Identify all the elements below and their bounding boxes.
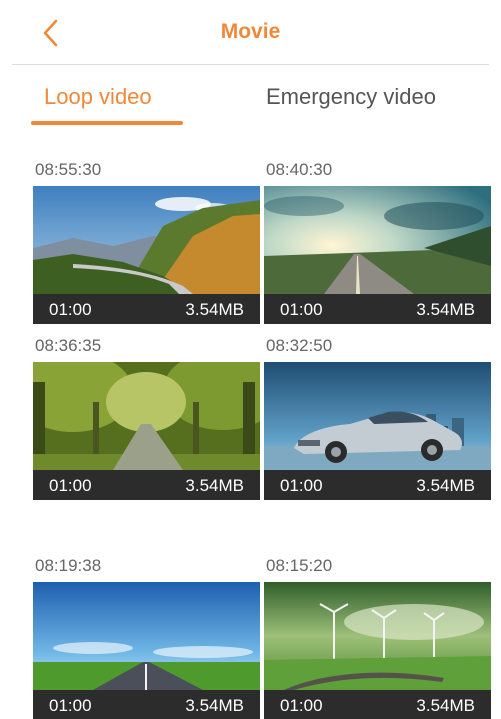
video-info-bar: 01:00 3.54MB bbox=[264, 690, 491, 719]
video-file-size: 3.54MB bbox=[416, 696, 475, 715]
video-info-bar: 01:00 3.54MB bbox=[264, 294, 491, 324]
video-duration: 01:00 bbox=[280, 300, 323, 319]
page-title: Movie bbox=[220, 20, 281, 43]
sunlit-highway-image bbox=[264, 186, 491, 294]
open-road-sky-image bbox=[33, 582, 260, 690]
video-duration: 01:00 bbox=[280, 696, 323, 715]
video-file-size: 3.54MB bbox=[185, 696, 244, 715]
video-file-size: 3.54MB bbox=[185, 300, 244, 319]
video-duration: 01:00 bbox=[280, 476, 323, 495]
top-bar: Movie bbox=[0, 0, 501, 64]
video-timestamp: 08:19:38 bbox=[35, 556, 102, 575]
video-file-size: 3.54MB bbox=[185, 476, 244, 495]
video-file-size: 3.54MB bbox=[416, 300, 475, 319]
video-timestamp: 08:15:20 bbox=[266, 556, 333, 575]
video-file-size: 3.54MB bbox=[416, 476, 475, 495]
video-timestamp: 08:55:30 bbox=[35, 160, 102, 179]
video-duration: 01:00 bbox=[49, 476, 92, 495]
video-info-bar: 01:00 3.54MB bbox=[264, 470, 491, 500]
mountain-road-image bbox=[33, 186, 260, 294]
video-timestamp: 08:36:35 bbox=[35, 336, 102, 355]
header-divider bbox=[12, 64, 489, 65]
video-timestamp: 08:32:50 bbox=[266, 336, 333, 355]
video-timestamp: 08:40:30 bbox=[266, 160, 333, 179]
video-info-bar: 01:00 3.54MB bbox=[33, 470, 260, 500]
video-info-bar: 01:00 3.54MB bbox=[33, 690, 260, 719]
video-tabs: Loop video Emergency video bbox=[0, 78, 501, 128]
video-duration: 01:00 bbox=[49, 300, 92, 319]
wind-turbines-image bbox=[264, 582, 491, 690]
video-duration: 01:00 bbox=[49, 696, 92, 715]
silver-car-image bbox=[264, 362, 491, 470]
tree-tunnel-road-image bbox=[33, 362, 260, 470]
tab-emergency-video[interactable]: Emergency video bbox=[266, 84, 436, 110]
video-info-bar: 01:00 3.54MB bbox=[33, 294, 260, 324]
active-tab-indicator bbox=[31, 121, 183, 125]
tab-loop-video[interactable]: Loop video bbox=[44, 84, 152, 110]
